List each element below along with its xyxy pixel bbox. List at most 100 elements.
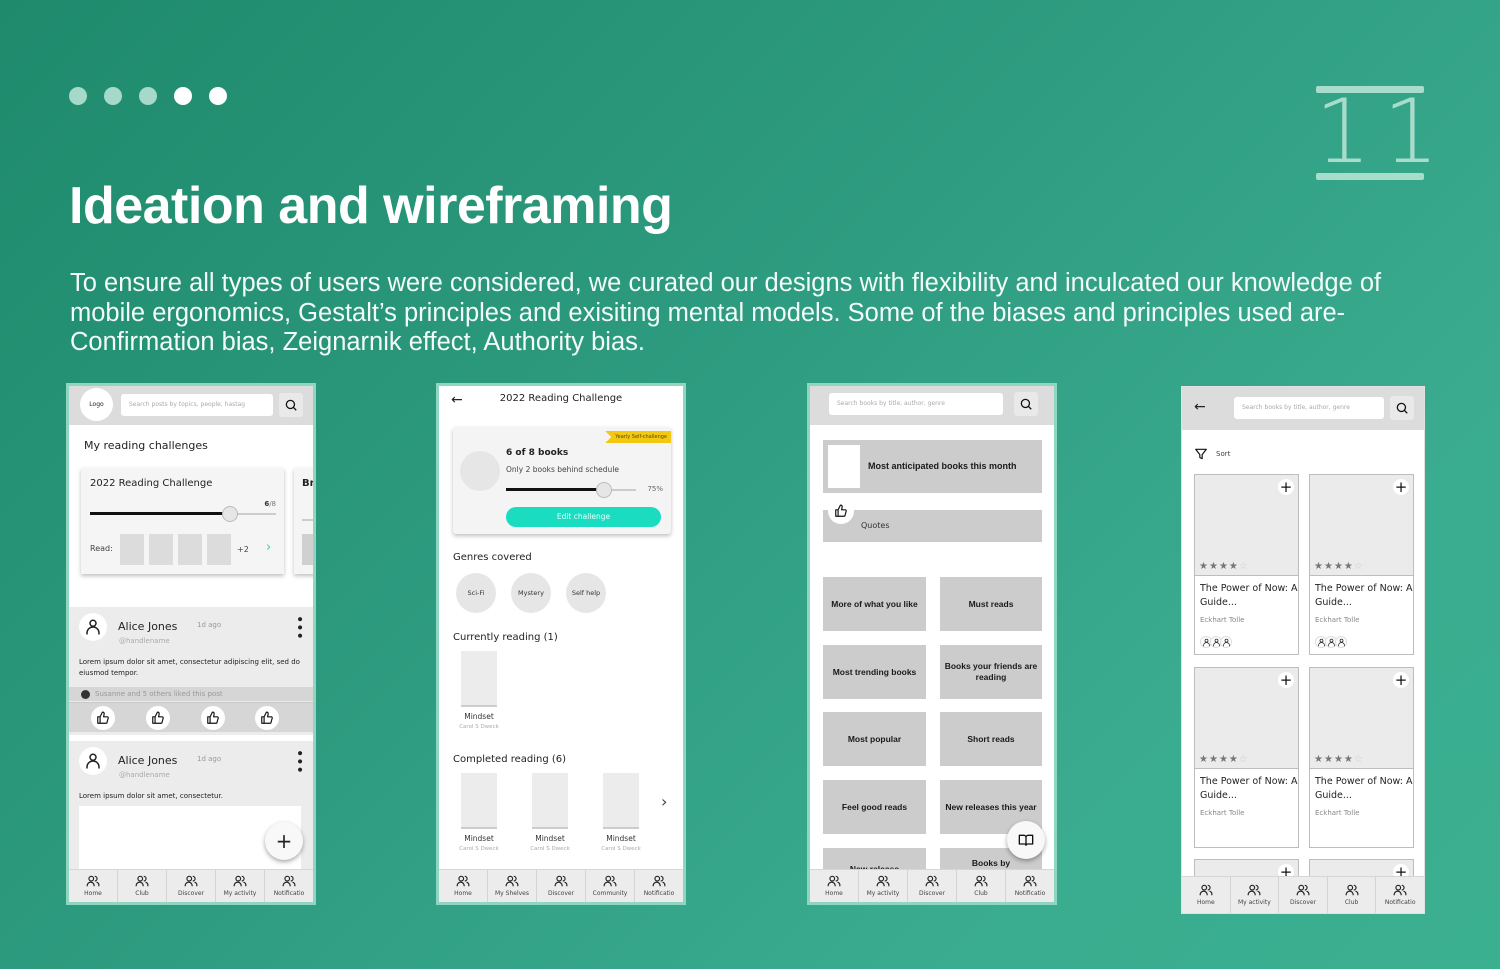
search-button[interactable]: [1390, 396, 1414, 420]
nav-home[interactable]: Home: [439, 870, 488, 902]
like-button[interactable]: [91, 706, 115, 730]
like-button[interactable]: [146, 706, 170, 730]
completed-reading-heading: Completed reading (6): [453, 754, 567, 765]
challenge-progress-knob[interactable]: [221, 506, 238, 522]
nav-home[interactable]: Home: [69, 870, 118, 902]
like-button[interactable]: [201, 706, 225, 730]
pagination-dot-active[interactable]: [209, 87, 227, 105]
back-arrow-icon[interactable]: ←: [1194, 399, 1206, 415]
add-icon[interactable]: +: [1278, 672, 1294, 688]
book-cover[interactable]: [603, 773, 639, 829]
like-button[interactable]: [255, 706, 279, 730]
nav-notifications[interactable]: Notificatio: [1376, 877, 1424, 913]
pagination-dot[interactable]: [104, 87, 122, 105]
challenge-progress[interactable]: [506, 482, 636, 498]
chevron-right-icon[interactable]: ›: [266, 540, 271, 555]
nav-discover[interactable]: Discover: [167, 870, 216, 902]
like-button[interactable]: [828, 498, 854, 524]
pagination-dot[interactable]: [139, 87, 157, 105]
edit-challenge-button[interactable]: Edit challenge: [506, 507, 661, 527]
book-cover[interactable]: [532, 773, 568, 829]
search-button[interactable]: [1014, 392, 1038, 416]
challenge-card[interactable]: 2022 Reading Challenge 6/8 Read: +2 ›: [81, 468, 284, 574]
book-card[interactable]: + ★★★★☆ The Power of Now: A Guide... Eck…: [1194, 474, 1299, 655]
category-tile[interactable]: Feel good reads: [823, 780, 926, 834]
post-author[interactable]: Alice Jones: [118, 620, 177, 633]
book-card[interactable]: + ★★★★☆ The Power of Now: A Guide... Eck…: [1309, 474, 1414, 655]
nav-community[interactable]: Community: [586, 870, 635, 902]
star-filled-icon: ★: [1218, 754, 1229, 765]
add-icon[interactable]: +: [1278, 479, 1294, 495]
star-empty-icon: ☆: [1238, 754, 1249, 765]
category-tile[interactable]: Must reads: [940, 577, 1042, 631]
book-thumb[interactable]: [120, 534, 144, 565]
book-title: The Power of Now: A Guide...: [1315, 776, 1413, 801]
nav-discover[interactable]: Discover: [1279, 877, 1328, 913]
challenge-title: 2022 Reading Challenge: [90, 478, 213, 489]
category-tile[interactable]: Short reads: [940, 712, 1042, 766]
more-vertical-icon[interactable]: •••: [291, 615, 307, 640]
page-number-text: 11: [1315, 80, 1451, 183]
nav-club[interactable]: Club: [1328, 877, 1377, 913]
nav-my-shelves[interactable]: My Shelves: [488, 870, 537, 902]
search-input[interactable]: Search books by title, author, genre: [829, 393, 1003, 415]
search-icon: [1395, 401, 1409, 415]
book-author: Carol S Dweck: [530, 846, 570, 852]
nav-my-activity[interactable]: My activity: [859, 870, 908, 902]
add-icon[interactable]: +: [1393, 672, 1409, 688]
quotes-card[interactable]: Quotes: [823, 510, 1042, 542]
sort-button[interactable]: Sort: [1194, 447, 1230, 461]
book-cover[interactable]: [461, 773, 497, 829]
genre-chip[interactable]: Self help: [566, 573, 606, 613]
challenge-card-next[interactable]: Br: [294, 468, 313, 574]
nav-home[interactable]: Home: [810, 870, 859, 902]
users-icon: [651, 874, 667, 888]
pagination-dot-active[interactable]: [174, 87, 192, 105]
avatar[interactable]: [79, 747, 107, 775]
category-tile[interactable]: More of what you like: [823, 577, 926, 631]
post-author[interactable]: Alice Jones: [118, 754, 177, 767]
avatar[interactable]: [79, 613, 107, 641]
nav-discover[interactable]: Discover: [908, 870, 957, 902]
category-tile[interactable]: Most popular: [823, 712, 926, 766]
challenge-progress-knob[interactable]: [595, 482, 612, 498]
genre-chip[interactable]: Sci-Fi: [456, 573, 496, 613]
search-input[interactable]: Search books by title, author, genre: [1234, 397, 1384, 419]
book-thumb[interactable]: [178, 534, 202, 565]
book-title: The Power of Now: A Guide...: [1200, 776, 1298, 801]
add-post-button[interactable]: +: [265, 822, 303, 860]
more-vertical-icon[interactable]: •••: [291, 749, 307, 774]
challenge-progress: [302, 519, 313, 521]
book-card[interactable]: + ★★★★☆ The Power of Now: A Guide... Eck…: [1309, 667, 1414, 848]
challenge-progress[interactable]: [90, 506, 276, 522]
star-filled-icon: ★: [1199, 754, 1209, 765]
nav-my-activity[interactable]: My activity: [1231, 877, 1280, 913]
open-book-button[interactable]: [1007, 821, 1045, 859]
nav-notifications[interactable]: Notificatio: [635, 870, 683, 902]
book-cover[interactable]: [461, 651, 497, 707]
nav-my-activity[interactable]: My activity: [216, 870, 265, 902]
category-tile[interactable]: Books your friends are reading: [940, 645, 1042, 699]
add-icon[interactable]: +: [1393, 479, 1409, 495]
book-thumb[interactable]: [207, 534, 231, 565]
category-tile[interactable]: Most trending books: [823, 645, 926, 699]
thumbs-up-icon: [834, 504, 848, 518]
bottom-nav: Home My activity Discover Club Notificat…: [1182, 876, 1424, 913]
nav-club[interactable]: Club: [118, 870, 167, 902]
genre-chip[interactable]: Mystery: [511, 573, 551, 613]
anticipated-books-banner[interactable]: Most anticipated books this month: [823, 440, 1042, 493]
search-button[interactable]: [279, 393, 303, 417]
thumbs-up-icon: [206, 711, 220, 725]
nav-notifications[interactable]: Notificatio: [265, 870, 313, 902]
book-list-screen-wireframe: ← Search books by title, author, genre S…: [1181, 386, 1425, 914]
users-icon: [1246, 883, 1262, 897]
book-thumb[interactable]: [149, 534, 173, 565]
nav-club[interactable]: Club: [957, 870, 1006, 902]
nav-discover[interactable]: Discover: [537, 870, 586, 902]
search-input[interactable]: Search posts by topics, people, hastag: [121, 394, 273, 416]
nav-home[interactable]: Home: [1182, 877, 1231, 913]
pagination-dot[interactable]: [69, 87, 87, 105]
chevron-right-icon[interactable]: ›: [661, 792, 667, 811]
nav-notifications[interactable]: Notificatio: [1006, 870, 1054, 902]
book-card[interactable]: + ★★★★☆ The Power of Now: A Guide... Eck…: [1194, 667, 1299, 848]
